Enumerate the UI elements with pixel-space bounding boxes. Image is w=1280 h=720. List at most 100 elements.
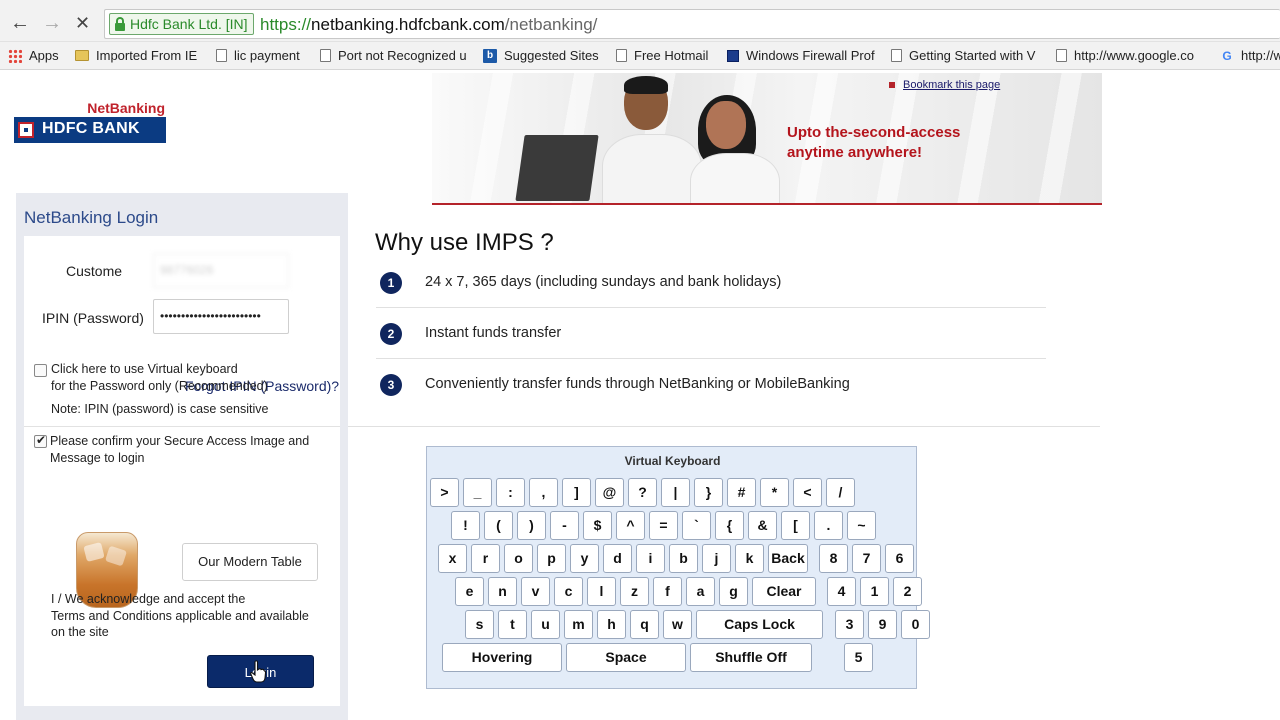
laptop-image xyxy=(515,135,599,201)
key-symbol[interactable]: { xyxy=(715,511,744,540)
vk-label-line2: for the Password only (Recommended) xyxy=(51,378,268,393)
key-symbol[interactable]: ? xyxy=(628,478,657,507)
stop-loading-icon[interactable]: ✕ xyxy=(75,13,90,33)
virtual-keyboard-checkbox[interactable] xyxy=(34,364,47,377)
forward-icon[interactable]: → xyxy=(42,13,62,33)
key-l[interactable]: l xyxy=(587,577,616,606)
ipin-password-input[interactable]: •••••••••••••••••••••••• xyxy=(153,299,289,334)
key-v[interactable]: v xyxy=(521,577,550,606)
key-symbol[interactable]: ` xyxy=(682,511,711,540)
bookmark-suggested-sites[interactable]: b Suggested Sites xyxy=(483,48,599,63)
key-n[interactable]: n xyxy=(488,577,517,606)
imps-title: Why use IMPS ? xyxy=(375,229,554,256)
google-icon: G xyxy=(1222,48,1232,63)
key-r[interactable]: r xyxy=(471,544,500,573)
bookmark-windows-firewall[interactable]: Windows Firewall Prof xyxy=(727,48,875,63)
key-symbol[interactable]: , xyxy=(529,478,558,507)
key-symbol[interactable]: ^ xyxy=(616,511,645,540)
address-bar[interactable]: Hdfc Bank Ltd. [IN] https://netbanking.h… xyxy=(104,9,1280,39)
key-symbol[interactable]: $ xyxy=(583,511,612,540)
key-0[interactable]: 0 xyxy=(901,610,930,639)
hdfc-emblem-icon xyxy=(18,122,34,138)
key-symbol[interactable]: [ xyxy=(781,511,810,540)
key-y[interactable]: y xyxy=(570,544,599,573)
key-symbol[interactable]: ( xyxy=(484,511,513,540)
key-g[interactable]: g xyxy=(719,577,748,606)
bookmark-google[interactable]: http://www.google.co xyxy=(1056,48,1194,63)
bookmark-lic-payment[interactable]: lic payment xyxy=(216,48,300,63)
key-h[interactable]: h xyxy=(597,610,626,639)
key-m[interactable]: m xyxy=(564,610,593,639)
key-symbol[interactable]: > xyxy=(430,478,459,507)
key-7[interactable]: 7 xyxy=(852,544,881,573)
key-symbol[interactable]: | xyxy=(661,478,690,507)
key-symbol[interactable]: _ xyxy=(463,478,492,507)
key-b[interactable]: b xyxy=(669,544,698,573)
key-symbol[interactable]: ) xyxy=(517,511,546,540)
bookmark-getting-started[interactable]: Getting Started with V xyxy=(891,48,1035,63)
key-1[interactable]: 1 xyxy=(860,577,889,606)
bookmark-port-not-recognized[interactable]: Port not Recognized u xyxy=(320,48,467,63)
bookmark-imported-from-ie[interactable]: Imported From IE xyxy=(75,48,197,63)
key-symbol[interactable]: . xyxy=(814,511,843,540)
key-f[interactable]: f xyxy=(653,577,682,606)
key-9[interactable]: 9 xyxy=(868,610,897,639)
page-icon xyxy=(1056,49,1067,62)
key-i[interactable]: i xyxy=(636,544,665,573)
key-3[interactable]: 3 xyxy=(835,610,864,639)
logo-netbanking-text: NetBanking xyxy=(87,100,165,116)
key-back[interactable]: Back xyxy=(768,544,808,573)
key-symbol[interactable]: # xyxy=(727,478,756,507)
key-8[interactable]: 8 xyxy=(819,544,848,573)
secure-access-checkbox[interactable] xyxy=(34,433,47,448)
key-symbol[interactable]: / xyxy=(826,478,855,507)
key-6[interactable]: 6 xyxy=(885,544,914,573)
key-q[interactable]: q xyxy=(630,610,659,639)
key-x[interactable]: x xyxy=(438,544,467,573)
key-e[interactable]: e xyxy=(455,577,484,606)
key-caps-lock[interactable]: Caps Lock xyxy=(696,610,823,639)
key-symbol[interactable]: : xyxy=(496,478,525,507)
key-c[interactable]: c xyxy=(554,577,583,606)
bookmark-apps[interactable]: Apps xyxy=(8,48,59,63)
key-w[interactable]: w xyxy=(663,610,692,639)
url-text[interactable]: https://netbanking.hdfcbank.com/netbanki… xyxy=(260,15,597,35)
key-4[interactable]: 4 xyxy=(827,577,856,606)
bookmark-http-w[interactable]: Ghttp://w xyxy=(1220,48,1280,63)
key-2[interactable]: 2 xyxy=(893,577,922,606)
key-t[interactable]: t xyxy=(498,610,527,639)
key-p[interactable]: p xyxy=(537,544,566,573)
key-j[interactable]: j xyxy=(702,544,731,573)
key-o[interactable]: o xyxy=(504,544,533,573)
key-symbol[interactable]: = xyxy=(649,511,678,540)
key-symbol[interactable]: < xyxy=(793,478,822,507)
key-5[interactable]: 5 xyxy=(844,643,873,672)
key-clear[interactable]: Clear xyxy=(752,577,816,606)
key-shuffle-off[interactable]: Shuffle Off xyxy=(690,643,812,672)
key-s[interactable]: s xyxy=(465,610,494,639)
ev-certificate-badge[interactable]: Hdfc Bank Ltd. [IN] xyxy=(109,13,254,35)
key-symbol[interactable]: & xyxy=(748,511,777,540)
key-space[interactable]: Space xyxy=(566,643,686,672)
key-symbol[interactable]: * xyxy=(760,478,789,507)
hdfc-logo[interactable]: NetBanking HDFC BANK xyxy=(14,100,169,145)
key-symbol[interactable]: ~ xyxy=(847,511,876,540)
back-icon[interactable]: ← xyxy=(10,13,30,33)
key-symbol[interactable]: } xyxy=(694,478,723,507)
bookmark-free-hotmail[interactable]: Free Hotmail xyxy=(616,48,708,63)
key-a[interactable]: a xyxy=(686,577,715,606)
terms-line2[interactable]: Terms and Conditions applicable and avai… xyxy=(51,608,309,625)
vk-label-line1: Click here to use Virtual keyboard xyxy=(51,362,238,376)
key-symbol[interactable]: ! xyxy=(451,511,480,540)
key-d[interactable]: d xyxy=(603,544,632,573)
customer-id-input[interactable]: 98776026 xyxy=(153,253,289,288)
key-k[interactable]: k xyxy=(735,544,764,573)
bookmark-this-page-link[interactable]: Bookmark this page xyxy=(889,79,1000,91)
key-u[interactable]: u xyxy=(531,610,560,639)
key-hovering[interactable]: Hovering xyxy=(442,643,562,672)
key-z[interactable]: z xyxy=(620,577,649,606)
key-symbol[interactable]: @ xyxy=(595,478,624,507)
key-symbol[interactable]: - xyxy=(550,511,579,540)
step-number-icon: 1 xyxy=(380,272,402,294)
key-symbol[interactable]: ] xyxy=(562,478,591,507)
